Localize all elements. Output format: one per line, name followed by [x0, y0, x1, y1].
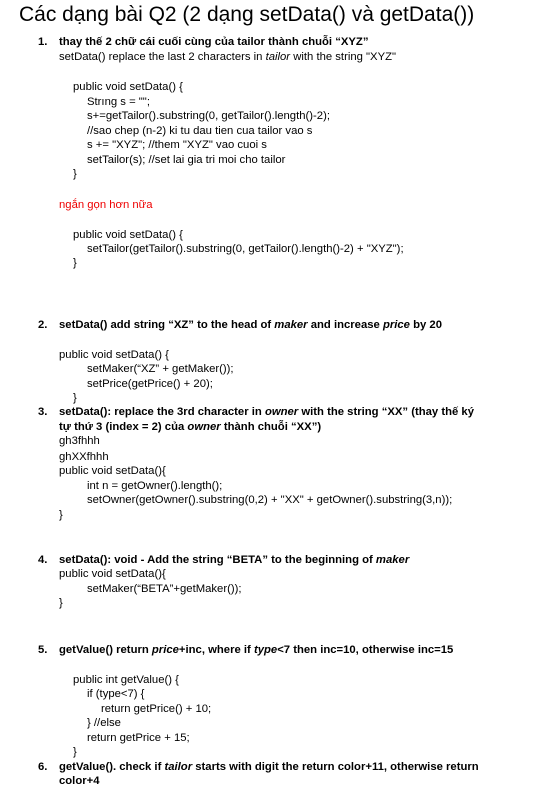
code-line: setMaker(“BETA”+getMaker()); [87, 583, 242, 595]
section-1-heading: thay thế 2 chữ cái cuối cùng của tailor … [59, 36, 369, 48]
code-line: public void setData(){ [59, 568, 166, 580]
section-6-heading-cont: color+4 [59, 775, 100, 787]
shorter-version-note: ngắn gọn hơn nữa [59, 199, 153, 211]
code-line: public void setData(){ [59, 465, 166, 477]
item-number: 1. [38, 36, 48, 48]
code-line: return getPrice() + 10; [101, 703, 212, 715]
example-before: gh3fhhh [59, 435, 100, 447]
item-number: 3. [38, 406, 48, 418]
item-number: 6. [38, 761, 48, 773]
code-line: return getPrice + 15; [87, 732, 190, 744]
code-line: public int getValue() { [73, 674, 179, 686]
item-number: 5. [38, 644, 48, 656]
section-3-heading: setData(): replace the 3rd character in … [59, 406, 474, 418]
code-line: public void setData() { [73, 229, 183, 241]
code-line: setTailor(getTailor().substring(0, getTa… [87, 243, 404, 255]
section-2-heading: setData() add string “XZ” to the head of… [59, 319, 442, 331]
section-3-heading-cont: tự thứ 3 (index = 2) của owner thành chu… [59, 421, 322, 433]
code-line: } [59, 509, 63, 521]
code-line: s += "XYZ"; //them "XYZ" vao cuoi s [87, 139, 267, 151]
code-line: } [73, 257, 77, 269]
code-line: setMaker(“XZ” + getMaker()); [87, 363, 234, 375]
code-line: } [73, 168, 77, 180]
code-line: } //else [87, 717, 121, 729]
section-5-heading: getValue() return price+inc, where if ty… [59, 644, 454, 656]
page-title: Các dạng bài Q2 (2 dạng setData() và get… [19, 3, 475, 26]
code-line: public void setData() { [59, 349, 169, 361]
code-line: } [73, 746, 77, 758]
code-line: } [59, 597, 63, 609]
code-line: s+=getTailor().substring(0, getTailor().… [87, 110, 330, 122]
code-line: } [73, 392, 77, 404]
code-comment-line: //sao chep (n-2) ki tu dau tien cua tail… [87, 125, 313, 137]
item-number: 2. [38, 319, 48, 331]
code-line: setOwner(getOwner().substring(0,2) + "XX… [87, 494, 453, 506]
item-number: 4. [38, 554, 48, 566]
code-line: setTailor(s); //set lai gia tri moi cho … [87, 154, 286, 166]
section-1-description: setData() replace the last 2 characters … [59, 51, 397, 63]
section-6-heading: getValue(). check if tailor starts with … [59, 761, 479, 773]
code-line: int n = getOwner().length(); [87, 480, 223, 492]
code-line: public void setData() { [73, 81, 183, 93]
code-line: Strıng s = ""; [87, 96, 150, 108]
code-line: setPrice(getPrice() + 20); [87, 378, 213, 390]
section-4-heading: setData(): void - Add the string “BETA” … [59, 554, 410, 566]
example-after: ghXXfhhh [59, 451, 109, 463]
code-line: if (type<7) { [87, 688, 145, 700]
